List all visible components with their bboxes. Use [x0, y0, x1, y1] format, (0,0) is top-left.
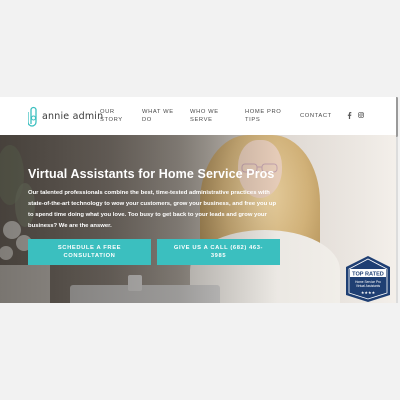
logo-text: annie admin — [42, 110, 104, 122]
nav-our-story[interactable]: OUR STORY — [100, 108, 123, 124]
hero-title: Virtual Assistants for Home Service Pros — [28, 167, 275, 181]
nav-contact[interactable]: CONTACT — [300, 112, 332, 120]
nav-our-story-label: OUR STORY — [100, 109, 123, 123]
nav-who-we-serve-label: WHO WE SERVE — [190, 109, 219, 123]
hero-description: Our talented professionals combine the b… — [28, 190, 277, 229]
nav-who-we-serve[interactable]: WHO WE SERVE — [190, 108, 219, 124]
call-us-button[interactable]: GIVE US A CALL (682) 463-3985 — [157, 239, 280, 265]
site-header: annie admin OUR STORY WHAT WE DO WHO WE … — [0, 97, 396, 135]
nav-contact-label: CONTACT — [300, 113, 332, 119]
logo[interactable]: annie admin — [28, 103, 103, 129]
nav-home-pro-tips[interactable]: HOME PRO TIPS — [245, 108, 281, 124]
facebook-icon[interactable] — [347, 112, 352, 121]
paperclip-logo-icon — [28, 106, 37, 127]
instagram-icon[interactable] — [358, 112, 364, 120]
nav-what-we-do[interactable]: WHAT WE DO — [142, 108, 174, 124]
badge-title: TOP RATED — [352, 272, 384, 278]
top-rated-badge-icon: TOP RATED Home Service Pro Virtual Assis… — [346, 256, 390, 302]
badge-stars: ★★★★ — [361, 290, 376, 295]
schedule-consultation-label: SCHEDULE A FREE CONSULTATION — [57, 245, 122, 259]
page-background-bottom — [0, 303, 400, 400]
schedule-consultation-button[interactable]: SCHEDULE A FREE CONSULTATION — [28, 239, 151, 265]
nav-what-we-do-label: WHAT WE DO — [142, 109, 174, 123]
call-us-label: GIVE US A CALL (682) 463-3985 — [173, 245, 264, 259]
page-background-top — [0, 0, 400, 97]
top-rated-badge: TOP RATED Home Service Pro Virtual Assis… — [340, 255, 396, 303]
badge-line2: Virtual Assistants — [356, 284, 381, 288]
nav-home-pro-tips-label: HOME PRO TIPS — [245, 109, 282, 123]
